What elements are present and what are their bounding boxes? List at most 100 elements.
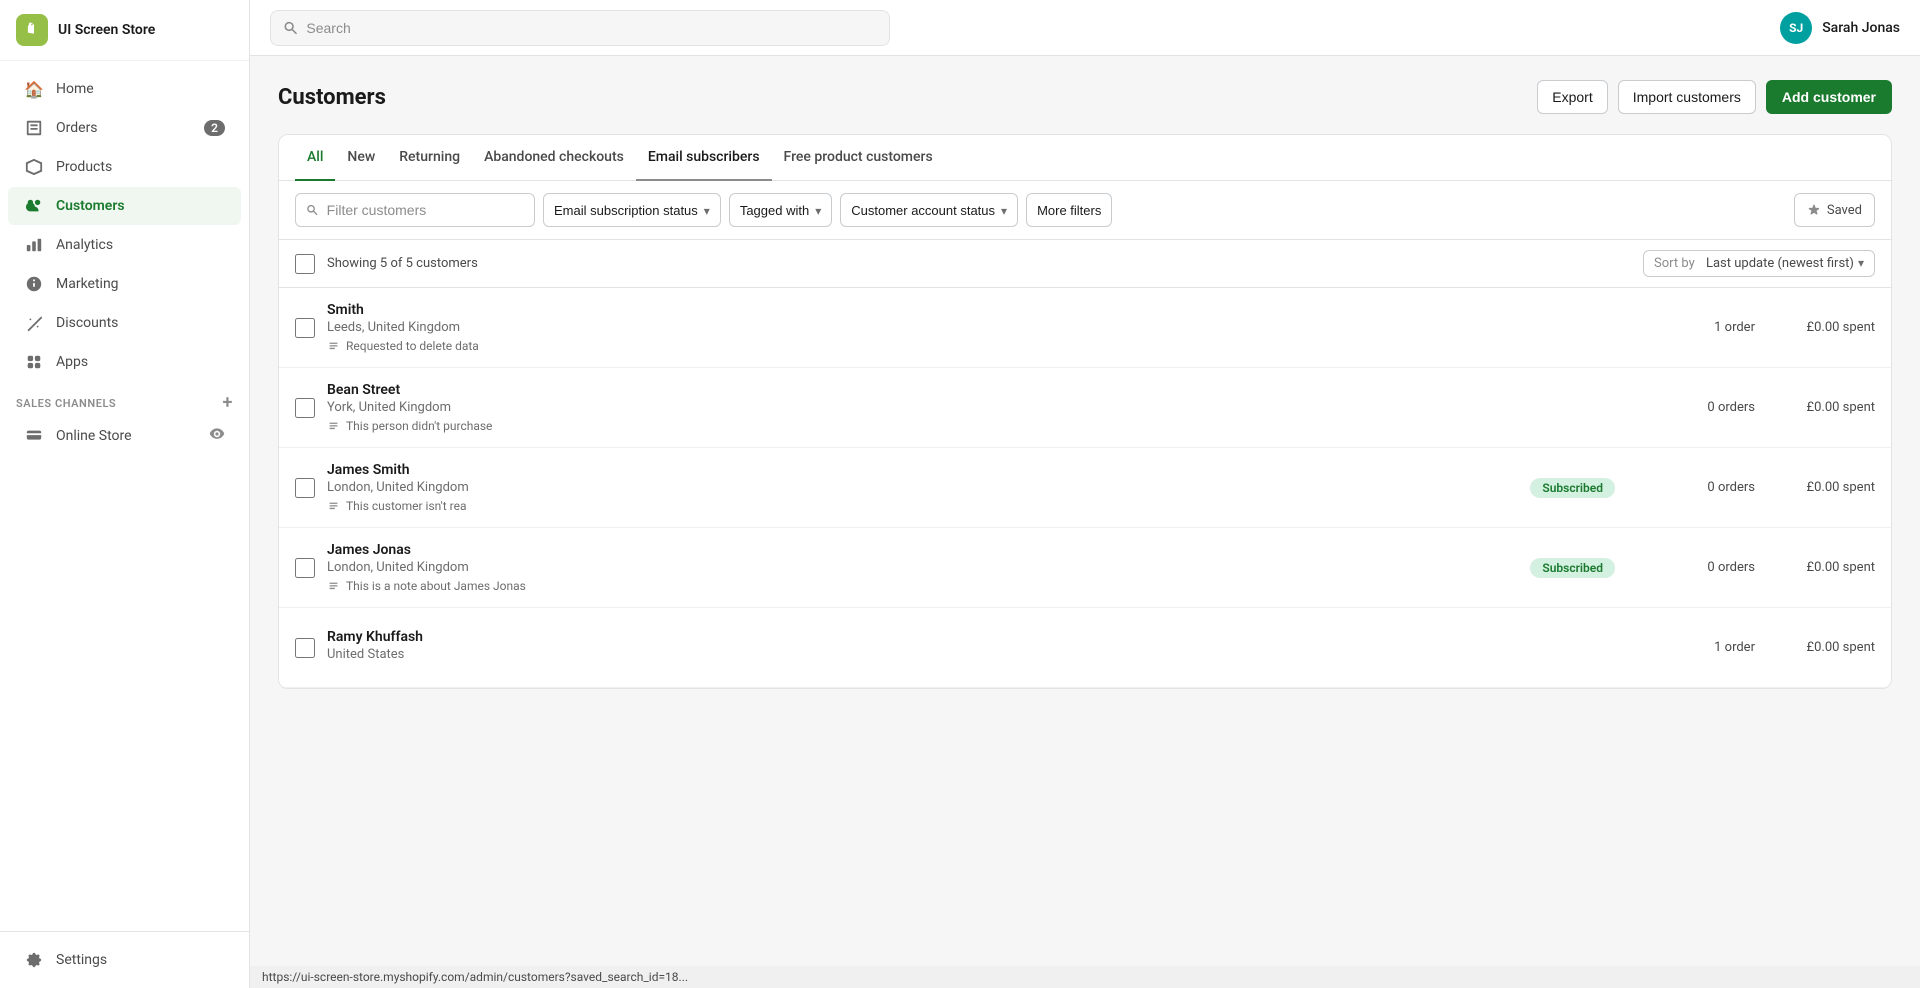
customer-info: James Jonas London, United Kingdom This … [327, 542, 1530, 593]
sort-control[interactable]: Sort by Last update (newest first) [1643, 250, 1875, 277]
sidebar-item-discounts[interactable]: Discounts [8, 304, 241, 342]
customer-location: United States [327, 647, 1495, 662]
row-checkbox[interactable] [295, 398, 315, 418]
select-all-checkbox[interactable] [295, 254, 315, 274]
add-sales-channel-button[interactable]: + [223, 394, 233, 412]
page-actions: Export Import customers Add customer [1537, 80, 1892, 114]
chevron-down-icon [815, 203, 821, 218]
amount-spent: £0.00 spent [1755, 400, 1875, 415]
saved-button[interactable]: Saved [1794, 193, 1875, 227]
sales-channels-section: SALES CHANNELS + [0, 382, 249, 416]
customer-list: Smith Leeds, United Kingdom Requested to… [279, 288, 1891, 688]
tab-returning[interactable]: Returning [387, 135, 472, 181]
table-row[interactable]: Ramy Khuffash United States 1 order £0.0… [279, 608, 1891, 688]
customer-name: Bean Street [327, 382, 1495, 398]
orders-icon [24, 118, 44, 138]
page-content: Customers Export Import customers Add cu… [250, 56, 1920, 966]
sidebar-item-online-store[interactable]: Online Store [8, 417, 241, 455]
sort-chevron-icon [1858, 256, 1864, 271]
sidebar-item-label: Marketing [56, 276, 119, 292]
sidebar-item-orders[interactable]: Orders 2 [8, 109, 241, 147]
email-subscription-filter[interactable]: Email subscription status [543, 193, 721, 227]
status-bar: https://ui-screen-store.myshopify.com/ad… [250, 966, 1920, 988]
sidebar-item-marketing[interactable]: Marketing [8, 265, 241, 303]
sidebar: UI Screen Store 🏠 Home Orders 2 Products… [0, 0, 250, 988]
tab-all[interactable]: All [295, 135, 335, 181]
orders-count: 0 orders [1655, 400, 1755, 415]
filter-search[interactable] [295, 193, 535, 227]
customer-note: Requested to delete data [327, 339, 1495, 353]
sidebar-item-label: Products [56, 159, 112, 175]
note-icon [327, 500, 340, 513]
amount-spent: £0.00 spent [1755, 640, 1875, 655]
marketing-icon [24, 274, 44, 294]
user-initials: SJ [1789, 21, 1803, 35]
row-checkbox[interactable] [295, 638, 315, 658]
sidebar-item-settings[interactable]: Settings [8, 941, 241, 979]
status-url: https://ui-screen-store.myshopify.com/ad… [262, 970, 688, 984]
add-customer-button[interactable]: Add customer [1766, 80, 1892, 114]
home-icon: 🏠 [24, 79, 44, 99]
orders-count: 1 order [1655, 640, 1755, 655]
visibility-icon [209, 426, 225, 446]
row-checkbox[interactable] [295, 478, 315, 498]
table-row[interactable]: Smith Leeds, United Kingdom Requested to… [279, 288, 1891, 368]
sidebar-item-products[interactable]: Products [8, 148, 241, 186]
row-checkbox[interactable] [295, 318, 315, 338]
tagged-with-filter[interactable]: Tagged with [729, 193, 832, 227]
search-input[interactable] [306, 20, 877, 36]
sidebar-item-label: Online Store [56, 428, 132, 444]
products-icon [24, 157, 44, 177]
customer-name: James Jonas [327, 542, 1530, 558]
filter-customers-input[interactable] [327, 202, 524, 218]
store-name: UI Screen Store [58, 22, 155, 38]
customer-location: Leeds, United Kingdom [327, 320, 1495, 335]
topbar: SJ Sarah Jonas [250, 0, 1920, 56]
sidebar-header: UI Screen Store [0, 0, 249, 61]
export-button[interactable]: Export [1537, 80, 1607, 114]
table-row[interactable]: James Smith London, United Kingdom This … [279, 448, 1891, 528]
search-bar[interactable] [270, 10, 890, 46]
status-badge: Subscribed [1530, 558, 1615, 578]
orders-badge: 2 [204, 120, 225, 136]
sidebar-item-home[interactable]: 🏠 Home [8, 70, 241, 108]
sidebar-nav: 🏠 Home Orders 2 Products Customers [0, 61, 249, 931]
tab-free-product[interactable]: Free product customers [772, 135, 945, 181]
sort-label: Sort by [1654, 256, 1695, 271]
tabs-row: All New Returning Abandoned checkouts Em… [279, 135, 1891, 181]
sidebar-item-label: Analytics [56, 237, 113, 253]
sidebar-item-label: Home [56, 81, 94, 97]
sidebar-item-label: Settings [56, 952, 107, 968]
customer-name: Smith [327, 302, 1495, 318]
sidebar-item-customers[interactable]: Customers [8, 187, 241, 225]
account-status-filter[interactable]: Customer account status [840, 193, 1018, 227]
sidebar-item-analytics[interactable]: Analytics [8, 226, 241, 264]
shopify-logo [16, 14, 48, 46]
customer-location: York, United Kingdom [327, 400, 1495, 415]
more-filters-button[interactable]: More filters [1026, 193, 1112, 227]
tab-new[interactable]: New [335, 135, 387, 181]
import-customers-button[interactable]: Import customers [1618, 80, 1756, 114]
amount-spent: £0.00 spent [1755, 480, 1875, 495]
orders-count: 1 order [1655, 320, 1755, 335]
customer-info: Ramy Khuffash United States [327, 629, 1495, 666]
customer-note: This is a note about James Jonas [327, 579, 1530, 593]
table-row[interactable]: Bean Street York, United Kingdom This pe… [279, 368, 1891, 448]
row-checkbox[interactable] [295, 558, 315, 578]
customer-name: Ramy Khuffash [327, 629, 1495, 645]
star-icon [1807, 203, 1821, 217]
discounts-icon [24, 313, 44, 333]
tab-abandoned[interactable]: Abandoned checkouts [472, 135, 636, 181]
tab-email-subscribers[interactable]: Email subscribers [636, 135, 772, 181]
sidebar-item-label: Discounts [56, 315, 118, 331]
note-icon [327, 420, 340, 433]
sidebar-item-apps[interactable]: Apps [8, 343, 241, 381]
main-area: SJ Sarah Jonas Customers Export Import c… [250, 0, 1920, 988]
sidebar-item-label: Orders [56, 120, 98, 136]
online-store-icon [24, 426, 44, 446]
table-row[interactable]: James Jonas London, United Kingdom This … [279, 528, 1891, 608]
sidebar-item-label: Customers [56, 198, 125, 214]
orders-count: 0 orders [1655, 480, 1755, 495]
table-header: Showing 5 of 5 customers Sort by Last up… [279, 240, 1891, 288]
apps-icon [24, 352, 44, 372]
